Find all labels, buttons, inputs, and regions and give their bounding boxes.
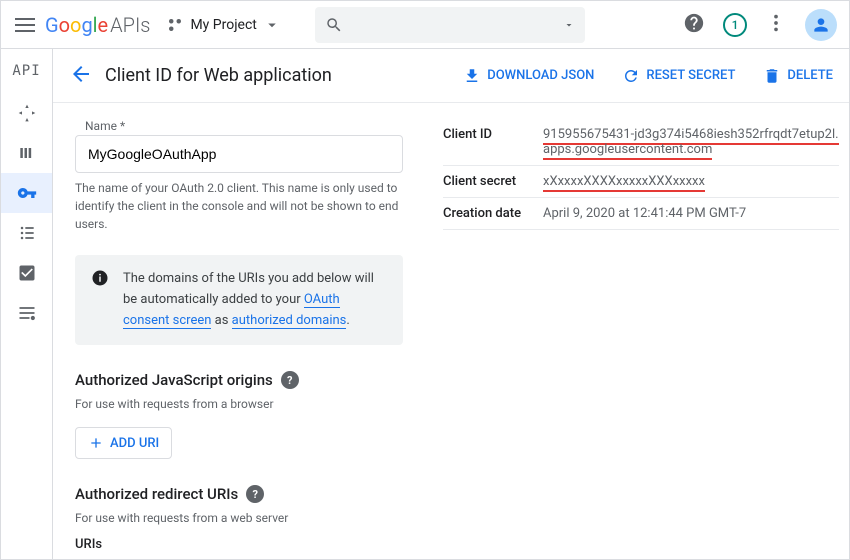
sidebar-item-verification[interactable] — [1, 253, 52, 293]
creation-date-value: April 9, 2020 at 12:41:44 PM GMT-7 — [543, 206, 839, 221]
add-uri-button[interactable]: ADD URI — [75, 427, 172, 459]
delete-button[interactable]: DELETE — [763, 67, 833, 85]
project-selector[interactable]: My Project — [166, 16, 280, 34]
name-input[interactable] — [75, 135, 403, 173]
plus-icon — [88, 435, 104, 451]
reset-icon — [622, 67, 640, 85]
name-help-text: The name of your OAuth 2.0 client. This … — [75, 179, 403, 233]
info-icon — [91, 269, 109, 287]
google-apis-logo[interactable]: Google APIs — [45, 13, 150, 37]
client-id-row: Client ID 915955675431-jd3g374i5468iesh3… — [443, 119, 839, 166]
js-origins-subtext: For use with requests from a browser — [75, 397, 403, 411]
client-id-value: 915955675431-jd3g374i5468iesh352rfrqdt7e… — [543, 127, 839, 160]
chevron-down-icon[interactable] — [563, 19, 575, 31]
client-secret-row: Client secret xXxxxxXXXXxxxxxXXXxxxxx — [443, 166, 839, 198]
redirect-uris-header: Authorized redirect URIs ? — [75, 485, 403, 503]
project-icon — [166, 16, 184, 34]
more-icon[interactable] — [765, 12, 787, 38]
client-secret-label: Client secret — [443, 174, 543, 189]
creation-date-label: Creation date — [443, 206, 543, 221]
help-icon[interactable] — [683, 12, 705, 38]
reset-secret-button[interactable]: RESET SECRET — [622, 67, 735, 85]
creation-date-row: Creation date April 9, 2020 at 12:41:44 … — [443, 198, 839, 230]
menu-icon[interactable] — [13, 13, 37, 37]
logo-suffix: APIs — [110, 13, 150, 37]
sidebar-item-library[interactable] — [1, 133, 52, 173]
help-icon[interactable]: ? — [246, 485, 264, 503]
back-arrow-icon[interactable] — [69, 62, 93, 90]
project-name: My Project — [190, 17, 256, 33]
sidebar-item-settings[interactable] — [1, 293, 52, 333]
sidebar-title: API — [12, 49, 40, 93]
page-header: Client ID for Web application DOWNLOAD J… — [53, 49, 849, 103]
redirect-subtext: For use with requests from a web server — [75, 511, 403, 525]
download-icon — [463, 67, 481, 85]
notification-badge[interactable]: 1 — [723, 13, 747, 37]
delete-icon — [763, 67, 781, 85]
sidebar-item-dashboard[interactable] — [1, 93, 52, 133]
sidebar-item-credentials[interactable] — [1, 173, 52, 213]
js-origins-header: Authorized JavaScript origins ? — [75, 371, 403, 389]
main-content: Client ID for Web application DOWNLOAD J… — [53, 49, 849, 559]
info-box: The domains of the URIs you add below wi… — [75, 255, 403, 345]
sidebar-item-consent[interactable] — [1, 213, 52, 253]
sidebar: API — [1, 49, 53, 559]
client-secret-value: xXxxxxXXXXxxxxxXXXxxxxx — [543, 174, 705, 192]
uris-label: URIs — [75, 537, 403, 552]
authorized-domains-link[interactable]: authorized domains — [232, 313, 347, 329]
download-json-button[interactable]: DOWNLOAD JSON — [463, 67, 594, 85]
search-icon — [325, 16, 343, 34]
page-title: Client ID for Web application — [105, 65, 332, 86]
client-id-label: Client ID — [443, 127, 543, 157]
chevron-down-icon — [263, 16, 281, 34]
search-box[interactable] — [315, 7, 585, 43]
name-label: Name * — [75, 119, 403, 133]
help-icon[interactable]: ? — [281, 371, 299, 389]
top-bar: Google APIs My Project 1 — [1, 1, 849, 49]
search-input[interactable] — [351, 17, 555, 33]
avatar[interactable] — [805, 9, 837, 41]
